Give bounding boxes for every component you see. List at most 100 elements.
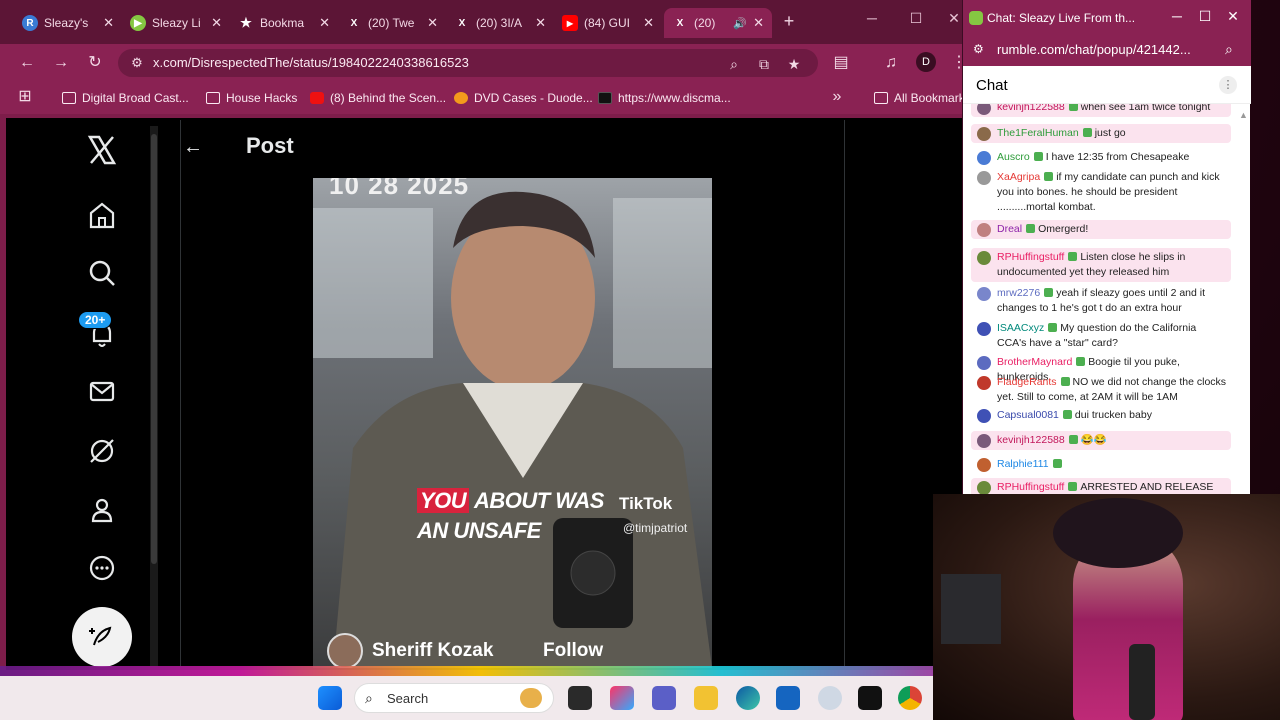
user-avatar[interactable] (977, 481, 991, 494)
minimize-button[interactable]: ─ (858, 10, 886, 26)
chat-username[interactable]: mrw2276 (997, 287, 1040, 299)
user-avatar[interactable] (977, 104, 991, 115)
back-button[interactable]: ← (16, 52, 38, 74)
bookmark-item[interactable]: DVD Cases - Duode... (454, 89, 593, 107)
user-avatar[interactable] (977, 287, 991, 301)
search-highlight-icon[interactable] (520, 688, 542, 708)
teams-icon[interactable] (652, 686, 676, 710)
close-icon[interactable]: ✕ (643, 15, 654, 31)
user-avatar[interactable] (977, 356, 991, 370)
chat-username[interactable]: Ralphie111 (997, 458, 1049, 470)
user-avatar[interactable] (977, 127, 991, 141)
close-icon[interactable]: ✕ (427, 15, 438, 31)
chat-username[interactable]: Dreal (997, 223, 1022, 235)
chat-username[interactable]: FladgeRants (997, 376, 1057, 388)
chat-options-icon[interactable]: ⋮ (1219, 76, 1237, 94)
bookmark-item[interactable]: Digital Broad Cast... (62, 89, 189, 107)
maximize-button[interactable]: ☐ (1191, 8, 1219, 25)
tab-1[interactable]: ▶ Sleazy Li ✕ (122, 8, 230, 38)
chat-url-bar[interactable]: ⚙ rumble.com/chat/popup/421442... ⌕ (963, 36, 1251, 66)
user-avatar[interactable] (977, 251, 991, 265)
app-icon[interactable] (818, 686, 842, 710)
tab-4[interactable]: X (20) 3I/A ✕ (446, 8, 554, 38)
chat-message-list[interactable]: kevinjh122588 when see 1am twice tonight T… (963, 104, 1251, 494)
profile-avatar[interactable]: D (916, 52, 936, 72)
close-icon[interactable]: ✕ (319, 15, 330, 31)
tab-2[interactable]: ★ Bookma ✕ (230, 8, 338, 38)
bookmark-item[interactable]: House Hacks (206, 89, 297, 107)
reload-button[interactable]: ↻ (84, 52, 106, 74)
compose-post-button[interactable] (72, 607, 132, 667)
chrome-icon[interactable] (898, 686, 922, 710)
chat-username[interactable]: ISAACxyz (997, 322, 1044, 334)
tab-5[interactable]: ▶ (84) GUI ✕ (554, 8, 662, 38)
chat-username[interactable]: kevinjh122588 (997, 434, 1065, 446)
author-avatar[interactable] (327, 633, 363, 668)
forward-button[interactable]: → (50, 52, 72, 74)
user-avatar[interactable] (977, 322, 991, 336)
user-avatar[interactable] (977, 376, 991, 390)
close-icon[interactable]: ✕ (211, 15, 222, 31)
bookmark-item[interactable]: https://www.discma... (598, 89, 731, 107)
explore-search-icon[interactable] (82, 253, 122, 293)
user-avatar[interactable] (977, 171, 991, 185)
new-tab-button[interactable]: + (778, 10, 800, 32)
profile-person-icon[interactable] (82, 490, 122, 530)
site-info-icon[interactable]: ⚙ (973, 42, 984, 56)
user-avatar[interactable] (977, 151, 991, 165)
zoom-icon[interactable]: ⌕ (724, 54, 744, 74)
copilot-icon[interactable] (610, 686, 634, 710)
user-avatar[interactable] (977, 223, 991, 237)
user-avatar[interactable] (977, 409, 991, 423)
chat-username[interactable]: The1FeralHuman (997, 127, 1079, 139)
video-author-name[interactable]: Sheriff Kozak (372, 640, 493, 662)
scrollbar-thumb[interactable] (151, 134, 157, 564)
x-logo-icon[interactable] (82, 130, 122, 170)
chat-username[interactable]: BrotherMaynard (997, 356, 1072, 368)
chat-username[interactable]: RPHuffingstuff (997, 481, 1064, 493)
bookmark-star-icon[interactable]: ★ (784, 54, 804, 74)
close-icon[interactable]: ✕ (103, 15, 114, 31)
close-icon[interactable]: ✕ (753, 15, 764, 31)
store-icon[interactable] (776, 686, 800, 710)
install-app-icon[interactable]: ⧉ (754, 54, 774, 74)
tab-0[interactable]: R Sleazy's ✕ (14, 8, 122, 38)
maximize-button[interactable]: ☐ (902, 10, 930, 27)
follow-button[interactable]: Follow (543, 640, 603, 662)
close-window-button[interactable]: ✕ (1219, 8, 1247, 25)
file-explorer-icon[interactable] (694, 686, 718, 710)
app-icon[interactable] (858, 686, 882, 710)
all-bookmarks[interactable]: All Bookmarks (874, 89, 971, 107)
close-icon[interactable]: ✕ (535, 15, 546, 31)
bookmark-item[interactable]: (8) Behind the Scen... (310, 89, 446, 107)
sidebar-scrollbar[interactable] (150, 126, 158, 666)
tab-3[interactable]: X (20) Twe ✕ (338, 8, 446, 38)
chat-username[interactable]: Auscro (997, 151, 1030, 163)
media-control-icon[interactable]: ♫ (880, 52, 902, 74)
edge-icon[interactable] (736, 686, 760, 710)
messages-envelope-icon[interactable] (82, 371, 122, 411)
back-arrow-icon[interactable]: ← (180, 134, 206, 160)
more-bookmarks-icon[interactable]: » (826, 86, 848, 108)
tab-6-active[interactable]: X (20) 🔊 ✕ (664, 8, 772, 38)
grok-icon[interactable] (82, 431, 122, 471)
windows-start-icon[interactable] (318, 686, 342, 710)
minimize-button[interactable]: ─ (1163, 8, 1191, 24)
chat-username[interactable]: XaAgripa (997, 171, 1040, 183)
chat-username[interactable]: RPHuffingstuff (997, 251, 1064, 263)
tab-search-icon[interactable]: ▤ (830, 52, 852, 74)
more-options-icon[interactable] (82, 548, 122, 588)
chat-username[interactable]: kevinjh122588 (997, 104, 1065, 113)
home-icon[interactable] (82, 195, 122, 235)
speaker-icon[interactable]: 🔊 (733, 17, 747, 30)
site-info-icon[interactable]: ⚙ (128, 54, 146, 72)
user-avatar[interactable] (977, 434, 991, 448)
apps-grid-icon[interactable]: ⊞ (14, 86, 36, 108)
chat-username[interactable]: Capsual0081 (997, 409, 1059, 421)
address-bar[interactable]: ⚙ x.com/DisrespectedThe/status/198402224… (118, 49, 818, 77)
zoom-icon[interactable]: ⌕ (1225, 41, 1233, 58)
task-view-icon[interactable] (568, 686, 592, 710)
video-player[interactable]: 10 28 2025 YOU ABOUT WAS AN UNSAFE TikTo… (313, 178, 712, 668)
scroll-up-arrow-icon[interactable]: ▲ (1239, 110, 1248, 120)
user-avatar[interactable] (977, 458, 991, 472)
